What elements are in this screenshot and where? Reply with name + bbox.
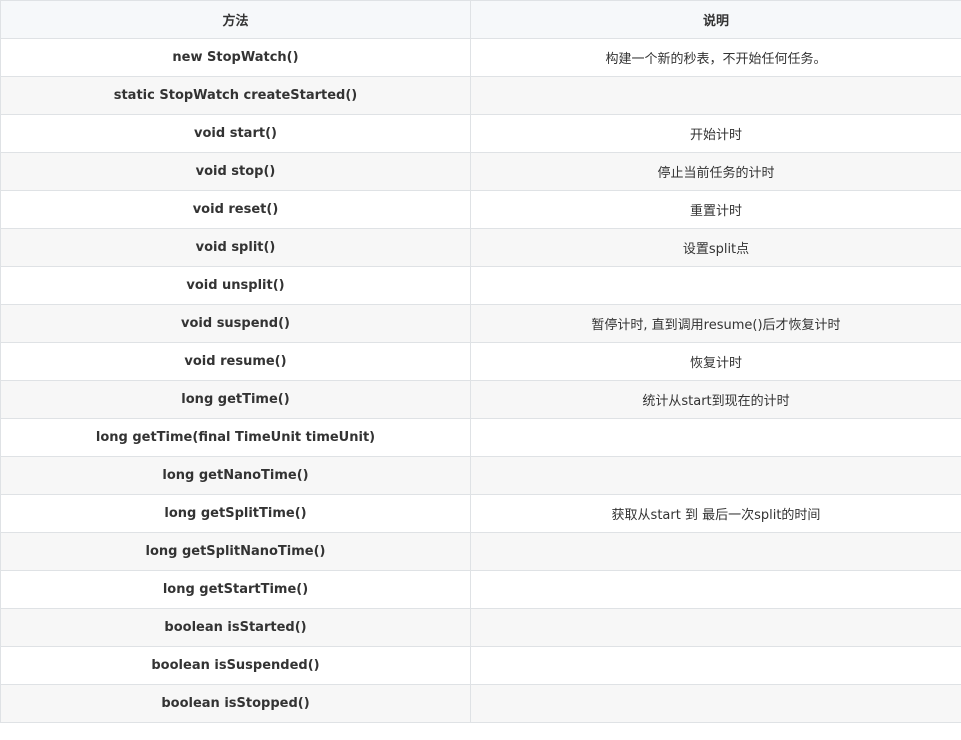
description-cell: 重置计时 — [470, 190, 961, 229]
table-row: long getStartTime() — [0, 570, 961, 609]
description-cell: 构建一个新的秒表，不开始任何任务。 — [470, 38, 961, 77]
description-cell: 获取从start 到 最后一次split的时间 — [470, 494, 961, 533]
table-row: boolean isStopped() — [0, 684, 961, 723]
method-cell: boolean isStopped() — [0, 684, 471, 723]
method-cell: long getStartTime() — [0, 570, 471, 609]
description-cell — [470, 570, 961, 609]
table-row: long getSplitNanoTime() — [0, 532, 961, 571]
description-cell — [470, 456, 961, 495]
table-row: static StopWatch createStarted() — [0, 76, 961, 115]
table-row: void reset() 重置计时 — [0, 190, 961, 229]
method-cell: long getNanoTime() — [0, 456, 471, 495]
description-cell — [470, 532, 961, 571]
method-cell: void suspend() — [0, 304, 471, 343]
description-cell: 设置split点 — [470, 228, 961, 267]
table-row: void split() 设置split点 — [0, 228, 961, 267]
table-body: new StopWatch() 构建一个新的秒表，不开始任何任务。 static… — [0, 38, 961, 723]
description-cell — [470, 608, 961, 647]
method-cell: static StopWatch createStarted() — [0, 76, 471, 115]
description-cell — [470, 684, 961, 723]
method-cell: long getTime() — [0, 380, 471, 419]
description-cell — [470, 646, 961, 685]
description-cell — [470, 266, 961, 305]
method-cell: boolean isStarted() — [0, 608, 471, 647]
method-cell: void reset() — [0, 190, 471, 229]
description-cell: 统计从start到现在的计时 — [470, 380, 961, 419]
method-cell: long getTime(final TimeUnit timeUnit) — [0, 418, 471, 457]
method-cell: new StopWatch() — [0, 38, 471, 77]
table-row: void suspend() 暂停计时, 直到调用resume()后才恢复计时 — [0, 304, 961, 343]
description-cell: 停止当前任务的计时 — [470, 152, 961, 191]
table-row: long getNanoTime() — [0, 456, 961, 495]
description-cell — [470, 418, 961, 457]
header-row: 方法 说明 — [0, 0, 961, 39]
method-cell: void split() — [0, 228, 471, 267]
table-row: long getSplitTime() 获取从start 到 最后一次split… — [0, 494, 961, 533]
method-cell: void resume() — [0, 342, 471, 381]
method-cell: long getSplitTime() — [0, 494, 471, 533]
description-cell: 暂停计时, 直到调用resume()后才恢复计时 — [470, 304, 961, 343]
table-row: void start() 开始计时 — [0, 114, 961, 153]
method-cell: long getSplitNanoTime() — [0, 532, 471, 571]
api-method-table: 方法 说明 new StopWatch() 构建一个新的秒表，不开始任何任务。 … — [0, 0, 961, 723]
header-method: 方法 — [0, 0, 471, 39]
method-cell: void unsplit() — [0, 266, 471, 305]
table-row: void unsplit() — [0, 266, 961, 305]
table-row: new StopWatch() 构建一个新的秒表，不开始任何任务。 — [0, 38, 961, 77]
description-cell: 开始计时 — [470, 114, 961, 153]
description-cell — [470, 76, 961, 115]
table-row: boolean isStarted() — [0, 608, 961, 647]
table-row: void resume() 恢复计时 — [0, 342, 961, 381]
description-cell: 恢复计时 — [470, 342, 961, 381]
method-cell: void start() — [0, 114, 471, 153]
table-header: 方法 说明 — [0, 0, 961, 39]
table-row: long getTime(final TimeUnit timeUnit) — [0, 418, 961, 457]
table-row: long getTime() 统计从start到现在的计时 — [0, 380, 961, 419]
method-cell: void stop() — [0, 152, 471, 191]
table-row: void stop() 停止当前任务的计时 — [0, 152, 961, 191]
table-row: boolean isSuspended() — [0, 646, 961, 685]
header-description: 说明 — [470, 0, 961, 39]
method-cell: boolean isSuspended() — [0, 646, 471, 685]
